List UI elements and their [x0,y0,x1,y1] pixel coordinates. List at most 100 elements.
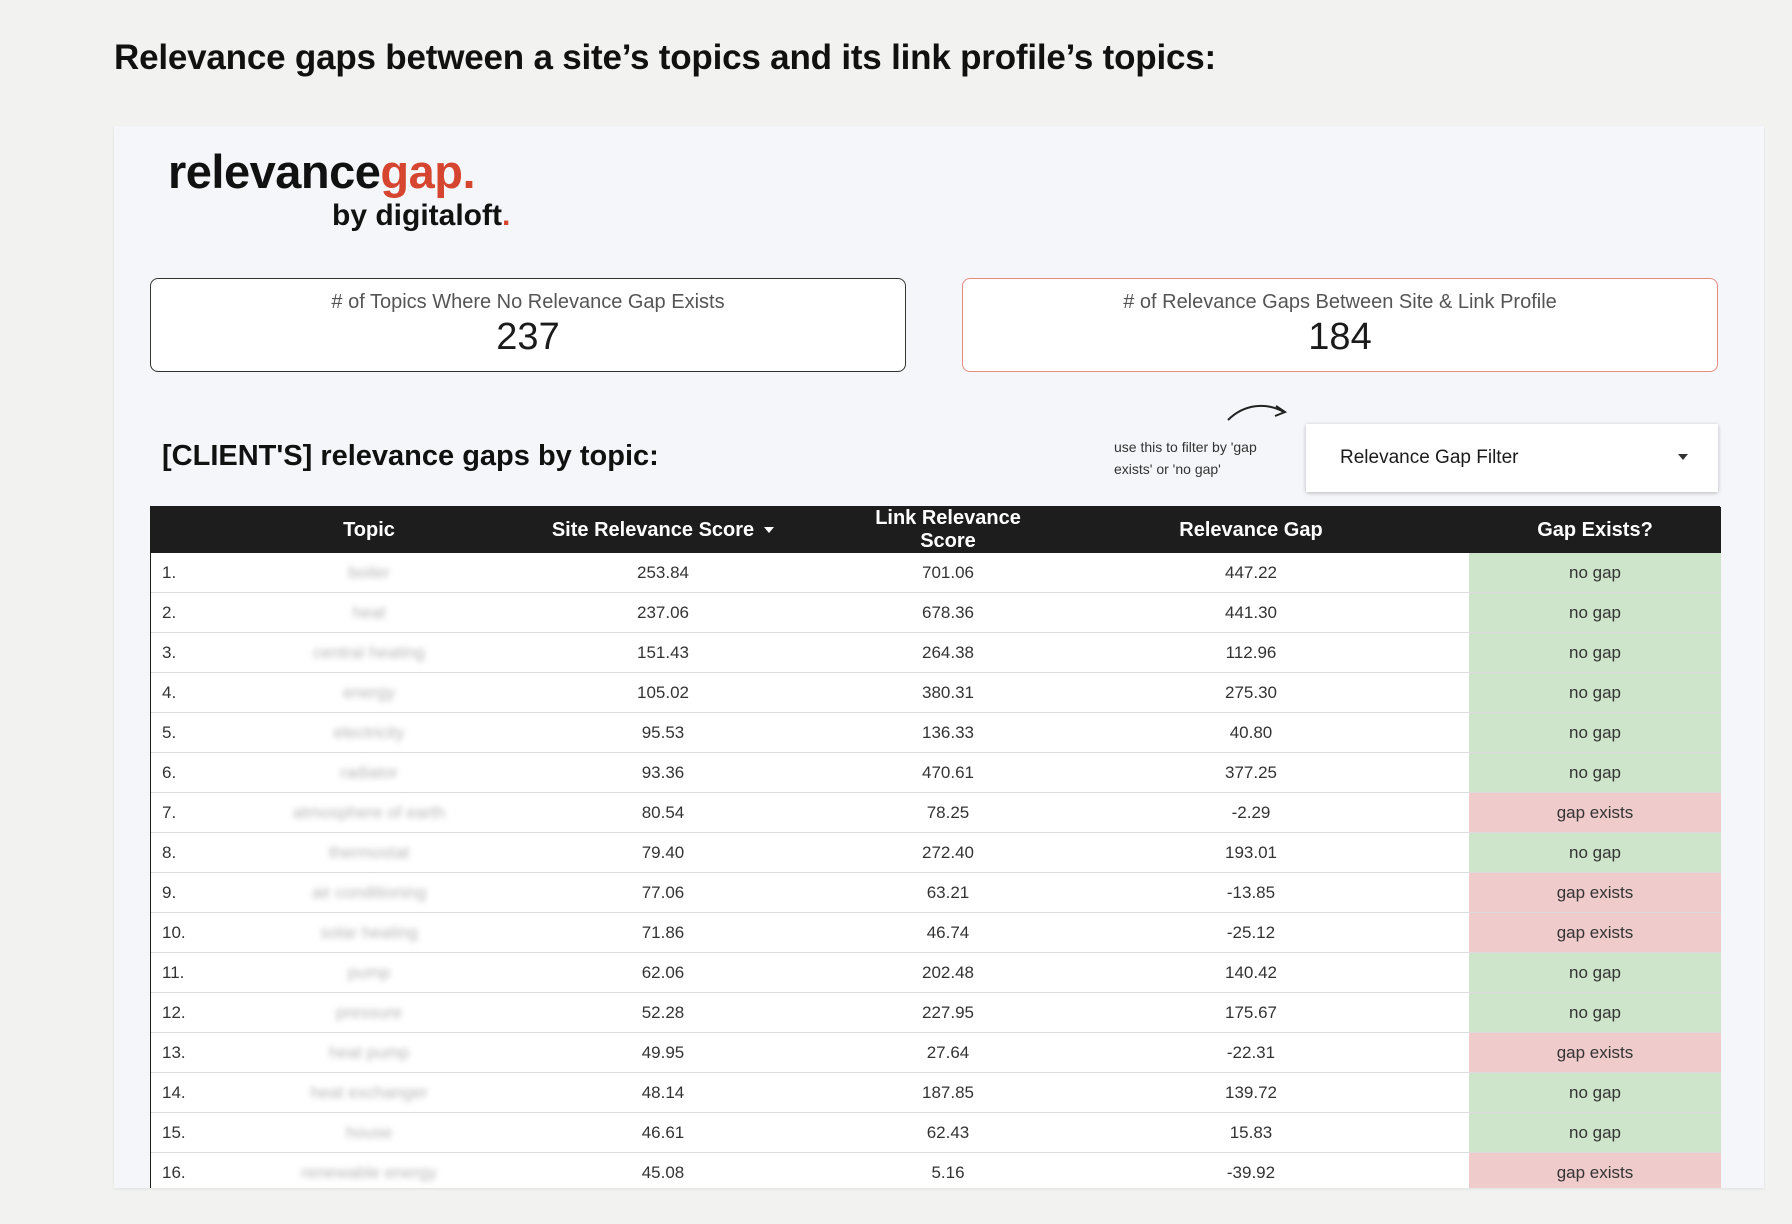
row-link-score: 678.36 [863,592,1033,633]
row-index: 14. [151,1072,275,1113]
row-topic: radiator [275,752,463,793]
table-row: 8. thermostat 79.40 272.40 193.01 no gap [151,832,1721,873]
col-header-index [151,507,275,553]
row-site-score: 45.08 [463,1152,863,1188]
row-gap-status: no gap [1469,672,1721,713]
row-gap-status: gap exists [1469,792,1721,833]
row-gap-status: no gap [1469,1112,1721,1153]
row-topic: air conditioning [275,872,463,913]
row-link-score: 470.61 [863,752,1033,793]
table-row: 3. central heating 151.43 264.38 112.96 no ga… [151,632,1721,673]
row-link-score: 227.95 [863,992,1033,1033]
col-header-topic-label: Topic [343,518,395,541]
row-topic: central heating [275,632,463,673]
row-gap-status: gap exists [1469,1032,1721,1073]
row-site-score: 95.53 [463,712,863,753]
caret-down-icon [764,527,775,534]
curved-arrow-icon [1227,404,1288,421]
row-index: 12. [151,992,275,1033]
row-topic-text: heat pump [328,1042,410,1062]
row-gap-status: no gap [1469,832,1721,873]
row-index: 3. [151,632,275,673]
col-header-link-score[interactable]: Link Relevance Score [863,507,1033,553]
row-topic: heat [275,592,463,633]
kpi-no-gap: # of Topics Where No Relevance Gap Exist… [150,278,906,372]
col-header-topic[interactable]: Topic [275,507,463,553]
row-site-score: 79.40 [463,832,863,873]
row-gap-status: no gap [1469,712,1721,753]
row-topic: heat exchanger [275,1072,463,1113]
row-site-score: 46.61 [463,1112,863,1153]
row-gap-status: no gap [1469,553,1721,593]
row-topic: pressure [275,992,463,1033]
table-row: 12. pressure 52.28 227.95 175.67 no gap [151,992,1721,1033]
row-index: 8. [151,832,275,873]
col-header-site-score[interactable]: Site Relevance Score [463,507,863,553]
row-index: 13. [151,1032,275,1073]
caret-down-icon [1678,454,1688,460]
row-site-score: 237.06 [463,592,863,633]
col-header-gap[interactable]: Relevance Gap [1033,507,1469,553]
row-gap-status: gap exists [1469,912,1721,953]
table-row: 2. heat 237.06 678.36 441.30 no gap [151,592,1721,633]
row-link-score: 5.16 [863,1152,1033,1188]
table-row: 6. radiator 93.36 470.61 377.25 no gap [151,752,1721,793]
row-index: 16. [151,1152,275,1188]
table-header-row: Topic Site Relevance Score Link Relevanc… [151,507,1721,553]
row-index: 6. [151,752,275,793]
row-topic-text: pump [347,962,391,982]
row-index: 15. [151,1112,275,1153]
row-topic-text: solar heating [320,922,418,942]
table-row: 5. electricity 95.53 136.33 40.80 no gap [151,712,1721,753]
row-link-score: 62.43 [863,1112,1033,1153]
gap-table: Topic Site Relevance Score Link Relevanc… [150,506,1721,1188]
logo-word-accent: gap. [380,145,476,198]
row-index: 2. [151,592,275,633]
kpi-gaps: # of Relevance Gaps Between Site & Link … [962,278,1718,372]
col-header-gap-exists[interactable]: Gap Exists? [1469,507,1721,553]
relevance-gap-filter-dropdown[interactable]: Relevance Gap Filter [1306,424,1718,492]
row-topic: boiler [275,553,463,593]
row-gap: 377.25 [1033,752,1469,793]
row-index: 1. [151,553,275,593]
relevancegap-logo: relevancegap. by digitaloft. [168,148,510,231]
row-topic: heat pump [275,1032,463,1073]
kpi-no-gap-label: # of Topics Where No Relevance Gap Exist… [331,291,725,313]
report-card: relevancegap. by digitaloft. # of Topics… [114,126,1764,1188]
row-gap: 275.30 [1033,672,1469,713]
row-gap-status: gap exists [1469,1152,1721,1188]
col-header-gap-label: Relevance Gap [1179,518,1323,541]
row-topic: pump [275,952,463,993]
row-topic-text: heat exchanger [310,1082,428,1102]
row-site-score: 80.54 [463,792,863,833]
row-topic-text: house [345,1122,393,1142]
logo-wordmark: relevancegap. [168,148,510,195]
row-gap-status: no gap [1469,952,1721,993]
row-link-score: 78.25 [863,792,1033,833]
row-topic: renewable energy [275,1152,463,1188]
row-gap: 15.83 [1033,1112,1469,1153]
row-topic-text: heat [352,602,386,622]
row-topic-text: air conditioning [311,882,427,902]
row-gap: 447.22 [1033,553,1469,593]
row-site-score: 105.02 [463,672,863,713]
row-link-score: 701.06 [863,553,1033,593]
row-link-score: 264.38 [863,632,1033,673]
col-header-gap-exists-label: Gap Exists? [1537,518,1653,541]
logo-byline: by digitaloft. [332,201,510,231]
col-header-link-score-label: Link Relevance Score [875,507,1021,552]
row-topic: electricity [275,712,463,753]
row-index: 11. [151,952,275,993]
row-topic: solar heating [275,912,463,953]
table-row: 4. energy 105.02 380.31 275.30 no gap [151,672,1721,713]
row-link-score: 27.64 [863,1032,1033,1073]
row-gap: 139.72 [1033,1072,1469,1113]
row-topic-text: pressure [335,1002,403,1022]
row-gap-status: no gap [1469,592,1721,633]
row-index: 9. [151,872,275,913]
table-row: 10. solar heating 71.86 46.74 -25.12 gap exis… [151,912,1721,953]
row-gap: 40.80 [1033,712,1469,753]
row-topic-text: radiator [340,762,398,782]
row-gap: 441.30 [1033,592,1469,633]
row-gap: -25.12 [1033,912,1469,953]
